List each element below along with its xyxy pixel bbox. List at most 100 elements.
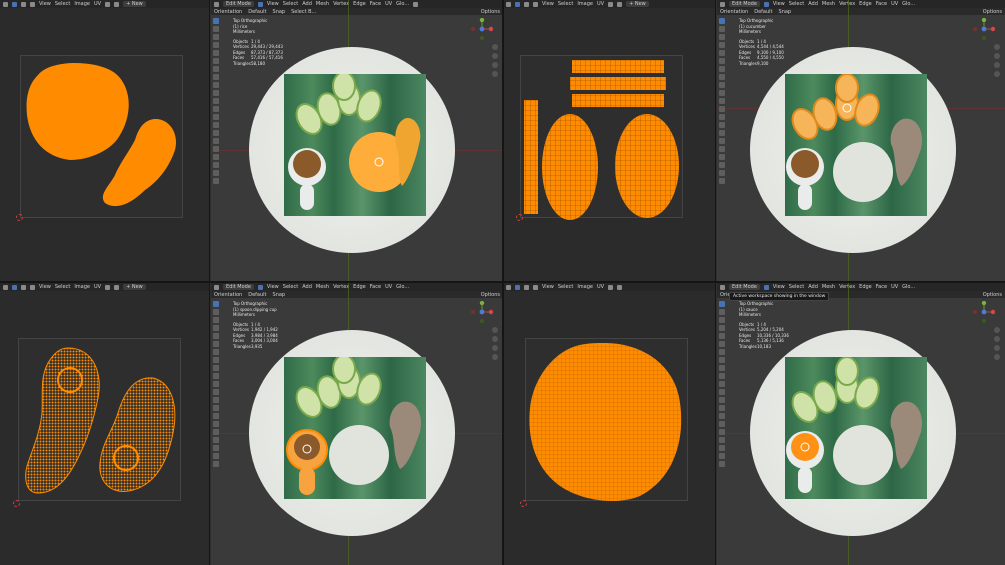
- edge-slide-tool-icon[interactable]: [213, 154, 219, 160]
- vertex-select-icon[interactable]: [257, 284, 263, 290]
- snap-icon[interactable]: [114, 1, 120, 7]
- transform-tool-icon[interactable]: [213, 341, 219, 347]
- uv-2d-cursor[interactable]: [520, 500, 527, 507]
- snap-label[interactable]: Snap: [779, 9, 792, 15]
- pan-icon[interactable]: [994, 53, 1000, 59]
- menu-view[interactable]: View: [39, 1, 51, 7]
- new-image-button[interactable]: + New: [626, 1, 649, 7]
- loop-cut-tool-icon[interactable]: [213, 397, 219, 403]
- pin-icon[interactable]: [105, 284, 111, 290]
- menu-view[interactable]: View: [39, 284, 51, 290]
- menu-image[interactable]: Image: [577, 1, 593, 7]
- menu-image[interactable]: Image: [74, 1, 90, 7]
- annotate-tool-icon[interactable]: [719, 66, 725, 72]
- move-tool-icon[interactable]: [213, 34, 219, 40]
- uv-2d-cursor[interactable]: [16, 214, 23, 221]
- shear-tool-icon[interactable]: [719, 453, 725, 459]
- shear-tool-icon[interactable]: [719, 170, 725, 176]
- inset-tool-icon[interactable]: [213, 381, 219, 387]
- scale-tool-icon[interactable]: [719, 50, 725, 56]
- vertex-mode-icon[interactable]: [524, 1, 529, 7]
- measure-tool-icon[interactable]: [719, 74, 725, 80]
- menu-uv[interactable]: UV: [891, 284, 898, 290]
- pin-icon[interactable]: [608, 1, 614, 7]
- options-button[interactable]: Options: [481, 9, 500, 15]
- edge-mode-icon[interactable]: [30, 1, 35, 7]
- orientation-value[interactable]: Default: [754, 9, 772, 15]
- uv-islands-spoon-cup[interactable]: [18, 338, 183, 503]
- menu-select[interactable]: Select: [283, 284, 298, 290]
- cursor-tool-icon[interactable]: [719, 309, 725, 315]
- menu-mesh[interactable]: Mesh: [316, 1, 329, 7]
- transform-orientation[interactable]: Glo...: [396, 284, 409, 290]
- transform-tool-icon[interactable]: [719, 58, 725, 64]
- navigation-gizmo[interactable]: [471, 18, 493, 40]
- select-tool-icon[interactable]: [213, 301, 219, 307]
- loop-cut-tool-icon[interactable]: [719, 114, 725, 120]
- pin-icon[interactable]: [105, 1, 111, 7]
- viewport-3d[interactable]: Edit Mode View Select Add Mesh Vertex Ed…: [717, 283, 1005, 565]
- bevel-tool-icon[interactable]: [719, 106, 725, 112]
- editor-type-icon[interactable]: [3, 284, 8, 290]
- sync-select-icon[interactable]: [12, 1, 17, 7]
- menu-select[interactable]: Select: [789, 1, 804, 7]
- shrink-tool-icon[interactable]: [719, 162, 725, 168]
- add-cube-tool-icon[interactable]: [719, 82, 725, 88]
- edge-slide-tool-icon[interactable]: [719, 437, 725, 443]
- poly-build-tool-icon[interactable]: [719, 130, 725, 136]
- viewport-3d[interactable]: Edit Mode View Select Add Mesh Vertex Ed…: [717, 0, 1005, 282]
- uv-2d-cursor[interactable]: [13, 500, 20, 507]
- menu-view[interactable]: View: [542, 284, 554, 290]
- edge-mode-icon[interactable]: [30, 284, 35, 290]
- select-tool-icon[interactable]: [719, 301, 725, 307]
- annotate-tool-icon[interactable]: [213, 66, 219, 72]
- edge-slide-tool-icon[interactable]: [719, 154, 725, 160]
- add-cube-tool-icon[interactable]: [213, 365, 219, 371]
- pan-icon[interactable]: [994, 336, 1000, 342]
- select-tool-icon[interactable]: [719, 18, 725, 24]
- camera-icon[interactable]: [492, 62, 498, 68]
- spin-tool-icon[interactable]: [719, 421, 725, 427]
- rotate-tool-icon[interactable]: [213, 42, 219, 48]
- measure-tool-icon[interactable]: [719, 357, 725, 363]
- editor-type-icon[interactable]: [3, 1, 8, 7]
- select-box-label[interactable]: Select B...: [291, 9, 316, 15]
- area-divider-horizontal[interactable]: [0, 281, 1005, 283]
- grid-icon[interactable]: [994, 354, 1000, 360]
- zoom-icon[interactable]: [994, 327, 1000, 333]
- vertex-select-icon[interactable]: [763, 1, 769, 7]
- uv-editor[interactable]: View Select Image UV + New: [0, 0, 210, 282]
- menu-uv[interactable]: UV: [597, 284, 604, 290]
- menu-add[interactable]: Add: [302, 1, 312, 7]
- edge-mode-icon[interactable]: [533, 1, 538, 7]
- rotate-tool-icon[interactable]: [719, 325, 725, 331]
- loop-cut-tool-icon[interactable]: [719, 397, 725, 403]
- grid-icon[interactable]: [994, 71, 1000, 77]
- options-button[interactable]: Options: [481, 292, 500, 298]
- loop-cut-tool-icon[interactable]: [213, 114, 219, 120]
- pan-icon[interactable]: [492, 53, 498, 59]
- bevel-tool-icon[interactable]: [719, 389, 725, 395]
- mode-dropdown[interactable]: Edit Mode: [729, 1, 760, 7]
- menu-select[interactable]: Select: [55, 284, 70, 290]
- select-tool-icon[interactable]: [213, 18, 219, 24]
- scale-tool-icon[interactable]: [719, 333, 725, 339]
- menu-uv[interactable]: UV: [597, 1, 604, 7]
- shading-icon[interactable]: [413, 1, 419, 7]
- transform-orientation[interactable]: Glo...: [902, 284, 915, 290]
- viewport-3d[interactable]: Edit Mode View Select Add Mesh Vertex Ed…: [211, 283, 503, 565]
- cursor-tool-icon[interactable]: [719, 26, 725, 32]
- zoom-icon[interactable]: [994, 44, 1000, 50]
- grid-icon[interactable]: [492, 354, 498, 360]
- knife-tool-icon[interactable]: [719, 122, 725, 128]
- transform-tool-icon[interactable]: [213, 58, 219, 64]
- menu-uv[interactable]: UV: [891, 1, 898, 7]
- uv-islands-rice[interactable]: [20, 55, 185, 220]
- menu-edge[interactable]: Edge: [353, 1, 366, 7]
- camera-icon[interactable]: [492, 345, 498, 351]
- menu-uv[interactable]: UV: [385, 1, 392, 7]
- uv-editor[interactable]: View Select Image UV: [503, 283, 716, 565]
- uv-islands-cucumber[interactable]: [520, 55, 685, 220]
- pan-icon[interactable]: [492, 336, 498, 342]
- rip-tool-icon[interactable]: [213, 461, 219, 467]
